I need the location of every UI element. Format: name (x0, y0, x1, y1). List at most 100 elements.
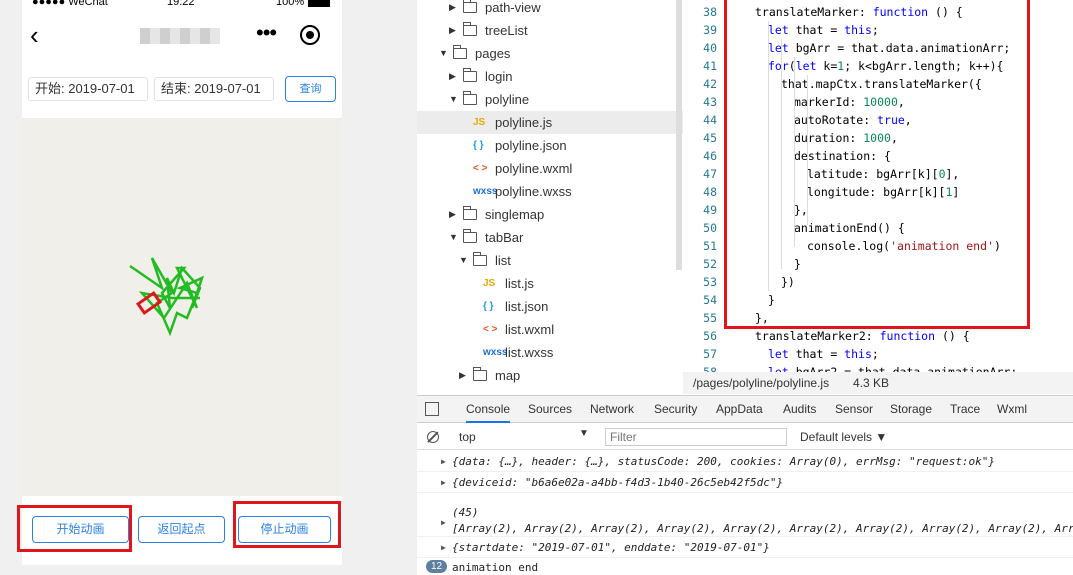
devtools-panel: Console Sources Network Security AppData Audi… (417, 395, 1073, 575)
tree-item-label: polyline.json (495, 138, 567, 153)
tree-folder[interactable]: ▶ treeList (417, 19, 683, 42)
return-origin-button[interactable]: 返回起点 (138, 516, 225, 543)
tree-folder[interactable]: ▶ login (417, 65, 683, 88)
caret-down-icon[interactable]: ▼ (459, 249, 468, 272)
caret-right-icon[interactable]: ▶ (459, 364, 466, 387)
file-explorer: ▶ path-view ▶ treeList ▼ pages ▶ login ▼ polyline… (417, 0, 683, 395)
folder-icon (463, 0, 477, 13)
tree-file[interactable]: wxss polyline.wxss (417, 180, 683, 203)
chevron-left-icon[interactable]: ‹ (30, 22, 39, 48)
tree-file[interactable]: < > polyline.wxml (417, 157, 683, 180)
tree-folder[interactable]: ▼ polyline (417, 88, 683, 111)
tab-audits[interactable]: Audits (783, 396, 816, 423)
phone-screen: ●●●●● WeChat 19:22 100% ‹ ••• 开始: 2019-0… (22, 0, 342, 565)
tree-folder[interactable]: ▶ singlemap (417, 203, 683, 226)
tab-appdata[interactable]: AppData (716, 396, 763, 423)
console-log-row[interactable]: ▶ {data: {…}, header: {…}, statusCode: 2… (417, 451, 1073, 472)
caret-right-icon[interactable]: ▶ (449, 203, 456, 226)
console-log-row[interactable]: (45) ▶ [Array(2), Array(2), Array(2), Ar… (417, 493, 1073, 537)
clock: 19:22 (167, 0, 195, 8)
context-select[interactable]: top (453, 428, 593, 446)
code-line[interactable]: 56 translateMarker2: function () { (683, 327, 1073, 345)
line-number: 48 (703, 185, 717, 199)
expand-arrow-icon[interactable]: ▶ (441, 454, 446, 469)
line-number: 42 (703, 77, 717, 91)
tree-scrollbar[interactable] (676, 0, 682, 270)
tree-folder[interactable]: ▼ pages (417, 42, 683, 65)
expand-arrow-icon[interactable]: ▶ (441, 540, 446, 555)
code-text: let bgArr2 = that.data.animationArr; (768, 365, 1018, 372)
caret-down-icon[interactable]: ▼ (449, 88, 458, 111)
tree-item-label: singlemap (485, 207, 545, 222)
file-path: /pages/polyline/polyline.js (693, 376, 830, 390)
file-size: 4.3 KB (853, 376, 890, 390)
map-view[interactable] (22, 118, 342, 496)
console-filter-input[interactable] (605, 428, 787, 446)
query-button[interactable]: 查询 (285, 76, 336, 102)
clear-console-icon[interactable] (427, 431, 439, 443)
console-log-row[interactable]: ▶ {deviceid: "b6a6e02a-a4bb-f4d3-1b40-26… (417, 472, 1073, 493)
tree-folder[interactable]: ▶ map (417, 364, 683, 387)
more-icon[interactable]: ••• (256, 20, 277, 46)
line-number: 50 (703, 221, 717, 235)
line-number: 53 (703, 275, 717, 289)
devtools-tabbar: Console Sources Network Security AppData Audi… (417, 396, 1073, 423)
folder-icon (463, 229, 477, 243)
tab-sources[interactable]: Sources (528, 396, 572, 423)
route-polyline (129, 257, 205, 337)
tree-item-label: polyline.wxml (495, 161, 573, 176)
tree-folder[interactable]: ▶ path-view (417, 0, 683, 19)
tree-file[interactable]: { } polyline.json (417, 134, 683, 157)
tab-wxml[interactable]: Wxml (997, 396, 1027, 423)
line-number: 40 (703, 41, 717, 55)
tab-storage[interactable]: Storage (890, 396, 932, 423)
tab-sensor[interactable]: Sensor (835, 396, 873, 423)
caret-down-icon[interactable]: ▼ (449, 226, 458, 249)
caret-right-icon[interactable]: ▶ (449, 0, 456, 19)
log-text: {startdate: "2019-07-01", enddate: "2019… (452, 541, 770, 554)
tree-item-label: list.wxml (505, 322, 555, 337)
signal-indicator: ●●●●● WeChat (32, 0, 108, 8)
caret-down-icon[interactable]: ▼ (439, 42, 448, 65)
log-levels-select[interactable]: Default levels ▼ (800, 428, 887, 446)
caret-right-icon[interactable]: ▶ (449, 19, 456, 42)
start-date-picker[interactable]: 开始: 2019-07-01 (28, 77, 148, 101)
js-file-icon: JS (483, 278, 496, 289)
tree-file[interactable]: { } list.json (417, 295, 683, 318)
highlight-start-button (17, 505, 132, 552)
caret-right-icon[interactable]: ▶ (449, 65, 456, 88)
end-date-picker[interactable]: 结束: 2019-07-01 (154, 77, 274, 101)
tab-trace[interactable]: Trace (950, 396, 980, 423)
tree-file[interactable]: JS polyline.js (417, 111, 683, 134)
battery-percent: 100% (276, 0, 305, 8)
tree-folder[interactable]: ▼ list (417, 249, 683, 272)
chevron-down-icon[interactable]: ▼ (579, 428, 589, 439)
expand-arrow-icon[interactable]: ▶ (441, 515, 446, 530)
tab-network[interactable]: Network (590, 396, 634, 423)
tree-item-label: polyline.js (495, 115, 553, 130)
console-log-row[interactable]: ▶ {startdate: "2019-07-01", enddate: "20… (417, 537, 1073, 558)
battery-icon (308, 0, 330, 7)
code-line[interactable]: 57 let that = this; (683, 345, 1073, 363)
tree-file[interactable]: JS list.js (417, 272, 683, 295)
expand-arrow-icon[interactable]: ▶ (441, 475, 446, 490)
inspect-icon[interactable] (425, 402, 439, 416)
tab-security[interactable]: Security (654, 396, 697, 423)
folder-icon (453, 45, 467, 59)
record-icon[interactable] (300, 25, 320, 45)
tree-file[interactable]: < > list.wxml (417, 318, 683, 341)
repeat-count-badge: 12 (426, 560, 448, 573)
tree-item-label: path-view (485, 0, 541, 15)
highlight-code-block (724, 0, 1030, 329)
tab-console[interactable]: Console (466, 396, 511, 423)
folder-icon (463, 206, 477, 220)
code-line[interactable]: 58 let bgArr2 = that.data.animationArr; (683, 363, 1073, 372)
wxml-file-icon: < > (483, 324, 498, 335)
folder-icon (463, 91, 477, 105)
tree-folder[interactable]: ▼ tabBar (417, 226, 683, 249)
tree-item-label: list.wxss (505, 345, 554, 360)
tree-item-label: list (495, 253, 511, 268)
tree-file[interactable]: wxss list.wxss (417, 341, 683, 364)
nav-bar: ‹ ••• (22, 14, 342, 58)
js-file-icon: JS (473, 117, 486, 128)
